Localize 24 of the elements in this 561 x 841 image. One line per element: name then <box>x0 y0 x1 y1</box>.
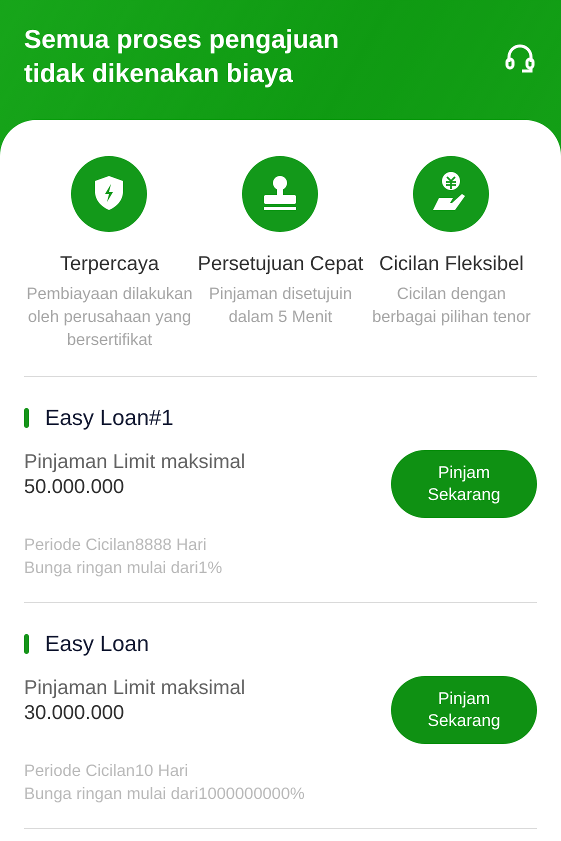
feature-description: Pinjaman disetujuin dalam 5 Menit <box>208 284 353 328</box>
interest-text: Bunga ringan mulai dari1% <box>24 558 224 579</box>
loan-name: Easy Loan#1 <box>45 404 174 432</box>
accent-bar <box>24 634 29 654</box>
feature-title: Persetujuan Cepat <box>198 252 364 277</box>
stamp-icon <box>242 156 318 232</box>
accent-bar <box>24 408 29 428</box>
loan-name: Easy Loan <box>45 630 149 658</box>
borrow-button[interactable]: Pinjam Sekarang <box>391 450 537 518</box>
hand-coin-icon <box>413 156 490 232</box>
period-text: Periode Cicilan10 Hari <box>24 761 190 782</box>
feature-description: Cicilan dengan berbagai pilihan tenor <box>371 284 532 328</box>
feature-title: Terpercaya <box>60 252 159 277</box>
limit-label: Pinjaman Limit maksimal <box>24 450 246 475</box>
borrow-button[interactable]: Pinjam Sekarang <box>391 676 537 744</box>
header-title: Semua proses pengajuan tidak dikenakan biaya <box>24 23 340 90</box>
feature-description: Pembiayaan dilakukan oleh perusahaan yang bersertifikat <box>25 284 194 351</box>
limit-amount: 30.000.000 <box>24 701 126 726</box>
feature-title: Cicilan Fleksibel <box>379 252 524 277</box>
interest-text: Bunga ringan mulai dari1000000000% <box>24 784 306 805</box>
limit-label: Pinjaman Limit maksimal <box>24 676 246 701</box>
period-text: Periode Cicilan8888 Hari <box>24 535 208 556</box>
limit-amount: 50.000.000 <box>24 475 126 500</box>
shield-icon <box>71 156 148 232</box>
